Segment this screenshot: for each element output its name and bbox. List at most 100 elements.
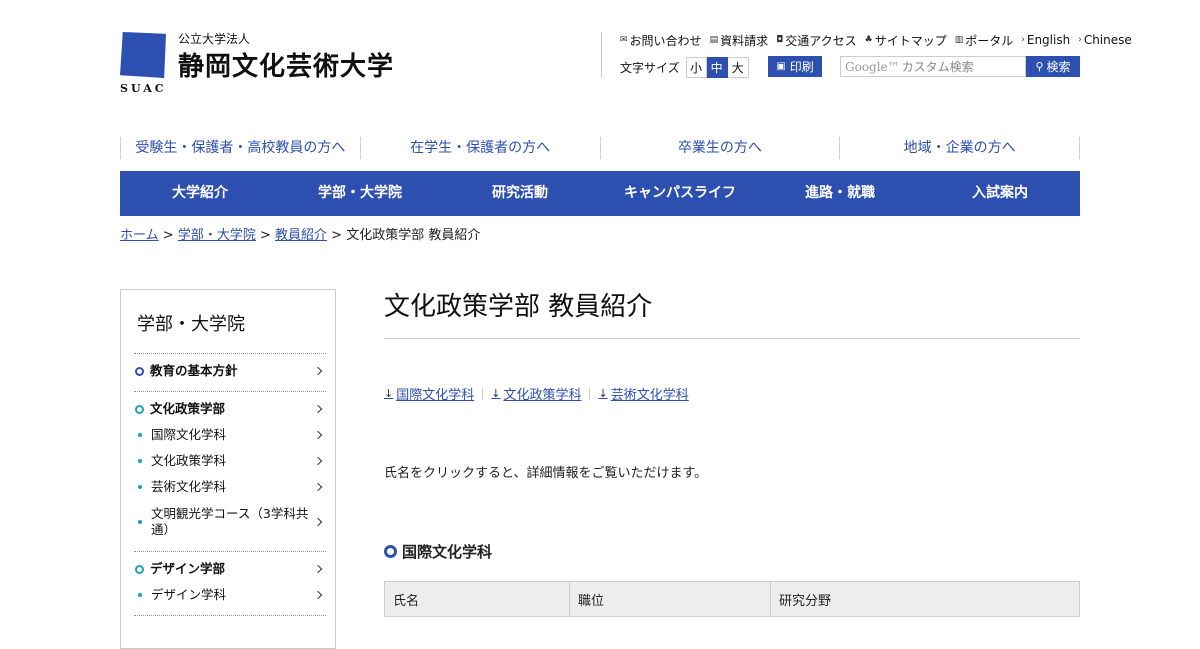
anchor-link-arts[interactable]: ↓ 芸術文化学科 <box>598 384 688 403</box>
main-nav: 大学紹介 学部・大学院 研究活動 キャンパスライフ 進路・就職 入試案内 <box>120 171 1080 216</box>
utility-link-label: English <box>1026 33 1071 47</box>
audience-link-students[interactable]: 在学生・保護者の方へ <box>361 137 601 159</box>
title-divider <box>384 338 1080 339</box>
bullet-dot-icon <box>138 520 142 524</box>
chevron-right-icon <box>313 456 323 466</box>
logo-subtitle[interactable]: 公立大学法人 <box>178 30 250 47</box>
sidebar-item-cultural-policy-dept[interactable]: 文化政策学科 <box>135 453 325 469</box>
sidebar-item-label: 文明観光学コース（3学科共通） <box>151 506 309 537</box>
utility-link-access[interactable]: ◘ 交通アクセス <box>776 32 857 49</box>
bullet-ring-icon <box>135 564 144 574</box>
audience-link-alumni[interactable]: 卒業生の方へ <box>601 137 841 159</box>
breadcrumb-sep: > <box>259 228 271 243</box>
search-placeholder: カスタム検索 <box>901 60 974 74</box>
sidebar-item-label: 文化政策学科 <box>151 453 227 468</box>
breadcrumb-sep: > <box>331 228 343 243</box>
bullet-dot-icon <box>138 593 142 597</box>
bus-icon: ◘ <box>776 35 784 45</box>
sidebar-item-label: デザイン学部 <box>150 561 226 576</box>
bullet-dot-icon <box>138 459 142 463</box>
chevron-right-icon <box>313 482 323 492</box>
printer-icon: ▣ <box>776 61 786 72</box>
logo-abbr[interactable]: SUAC <box>120 82 167 95</box>
sidebar-title: 学部・大学院 <box>137 314 245 335</box>
audience-link-applicants[interactable]: 受験生・保護者・高校教員の方へ <box>121 137 361 159</box>
chevron-right-icon <box>313 517 323 527</box>
utility-links: ✉ お問い合わせ ▤ 資料請求 ◘ 交通アクセス ♣ サイトマップ ▥ ポータル… <box>620 31 1132 49</box>
utility-link-brochure[interactable]: ▤ 資料請求 <box>710 32 769 49</box>
logo-mark-icon[interactable] <box>120 32 166 78</box>
search-input[interactable]: Google™ カスタム検索 <box>840 56 1026 77</box>
anchor-link-international[interactable]: ↓ 国際文化学科 <box>384 384 474 403</box>
instruction-note: 氏名をクリックすると、詳細情報をご覧いただけます。 <box>384 466 708 481</box>
portal-icon: ▥ <box>954 35 964 45</box>
utility-link-label: サイトマップ <box>874 33 947 48</box>
anchor-divider <box>482 387 484 400</box>
sidebar-item-design-dept[interactable]: デザイン学科 <box>135 587 325 603</box>
print-label: 印刷 <box>789 60 814 74</box>
sidebar-divider <box>134 391 326 392</box>
print-button[interactable]: ▣ 印刷 <box>768 56 822 77</box>
chevron-right-icon <box>313 590 323 600</box>
sidebar-item-tourism-course[interactable]: 文明観光学コース（3学科共通） <box>135 505 323 539</box>
font-size-small-button[interactable]: 小 <box>685 56 707 78</box>
main-nav-campus-life[interactable]: キャンパスライフ <box>600 171 760 216</box>
anchor-links: ↓ 国際文化学科 ↓ 文化政策学科 ↓ 芸術文化学科 <box>384 384 689 403</box>
main-nav-admissions[interactable]: 入試案内 <box>920 171 1080 216</box>
utility-link-label: Chinese <box>1083 33 1132 47</box>
page-title: 文化政策学部 教員紹介 <box>384 292 653 322</box>
sitemap-icon: ♣ <box>864 35 873 45</box>
utility-link-portal[interactable]: ▥ ポータル <box>955 32 1014 49</box>
font-size-switcher: 文字サイズ 小 中 大 <box>620 56 749 78</box>
sidebar-item-policy[interactable]: 教育の基本方針 <box>135 363 325 379</box>
main-nav-research[interactable]: 研究活動 <box>440 171 600 216</box>
logo-name[interactable]: 静岡文化芸術大学 <box>178 46 394 83</box>
utility-link-sitemap[interactable]: ♣ サイトマップ <box>865 32 947 49</box>
utility-link-label: 交通アクセス <box>785 33 857 48</box>
sidebar-item-label: 芸術文化学科 <box>151 479 227 494</box>
chevron-right-icon <box>313 366 323 376</box>
faculty-table: 氏名 職位 研究分野 <box>384 581 1080 617</box>
audience-link-community[interactable]: 地域・企業の方へ <box>840 137 1080 159</box>
utility-link-label: ポータル <box>965 33 1014 48</box>
column-header-name: 氏名 <box>384 581 570 617</box>
sidebar-divider <box>134 551 326 552</box>
anchor-label: 国際文化学科 <box>396 388 475 403</box>
bullet-dot-icon <box>138 485 142 489</box>
breadcrumb-faculties[interactable]: 学部・大学院 <box>178 228 256 243</box>
chevron-right-icon <box>313 430 323 440</box>
main-nav-faculties[interactable]: 学部・大学院 <box>280 171 440 216</box>
font-size-large-button[interactable]: 大 <box>727 56 749 78</box>
breadcrumb-home[interactable]: ホーム <box>120 228 159 243</box>
sidebar-item-international-culture[interactable]: 国際文化学科 <box>135 427 325 443</box>
column-header-position: 職位 <box>569 581 771 617</box>
sidebar-divider <box>134 615 326 616</box>
utility-link-label: お問い合わせ <box>629 33 702 48</box>
search-icon: ⚲ <box>1035 60 1044 73</box>
utility-link-chinese[interactable]: › Chinese <box>1078 33 1132 47</box>
section-title: 国際文化学科 <box>402 543 493 561</box>
font-size-medium-button[interactable]: 中 <box>706 56 728 78</box>
anchor-label: 芸術文化学科 <box>610 388 689 403</box>
anchor-divider <box>589 387 591 400</box>
utility-link-contact[interactable]: ✉ お問い合わせ <box>620 32 702 49</box>
google-mark: Google™ <box>845 59 900 74</box>
anchor-label: 文化政策学科 <box>503 388 582 403</box>
main-nav-about[interactable]: 大学紹介 <box>120 171 280 216</box>
sidebar-item-cultural-policy[interactable]: 文化政策学部 <box>135 401 325 417</box>
utility-link-label: 資料請求 <box>720 33 769 48</box>
header-divider <box>601 32 602 78</box>
breadcrumb-current: 文化政策学部 教員紹介 <box>346 228 481 243</box>
font-size-label: 文字サイズ <box>620 60 680 75</box>
sidebar-item-design-faculty[interactable]: デザイン学部 <box>135 561 325 577</box>
sidebar-item-arts-culture[interactable]: 芸術文化学科 <box>135 479 325 495</box>
anchor-link-policy[interactable]: ↓ 文化政策学科 <box>491 384 581 403</box>
sidebar-item-label: 国際文化学科 <box>151 427 227 442</box>
search-button[interactable]: ⚲ 検索 <box>1026 56 1080 77</box>
utility-link-english[interactable]: › English <box>1021 33 1070 47</box>
main-nav-careers[interactable]: 進路・就職 <box>760 171 920 216</box>
breadcrumb-faculty-list[interactable]: 教員紹介 <box>275 228 327 243</box>
chevron-right-icon <box>313 564 323 574</box>
section-heading: 国際文化学科 <box>384 541 492 562</box>
bullet-ring-icon <box>135 404 144 414</box>
